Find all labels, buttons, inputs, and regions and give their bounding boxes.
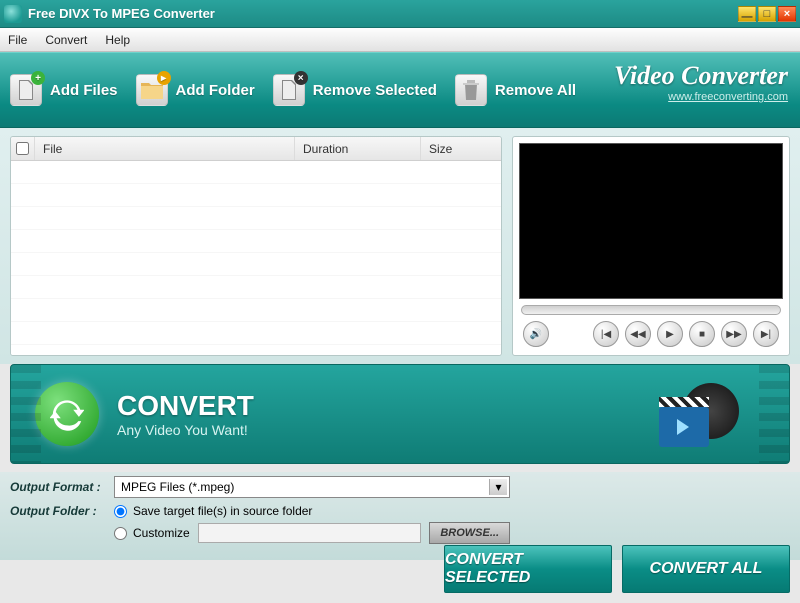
add-files-label: Add Files xyxy=(50,82,118,99)
window-title: Free DIVX To MPEG Converter xyxy=(28,6,736,21)
output-format-value: MPEG Files (*.mpeg) xyxy=(121,480,234,494)
select-all-checkbox[interactable] xyxy=(16,142,29,155)
menu-help[interactable]: Help xyxy=(105,33,130,47)
app-icon xyxy=(4,5,22,23)
add-files-button[interactable]: + Add Files xyxy=(10,74,118,106)
brand-title: Video Converter xyxy=(614,61,788,91)
action-buttons: CONVERT SELECTED CONVERT ALL xyxy=(444,545,790,593)
menubar: File Convert Help xyxy=(0,28,800,52)
convert-all-button[interactable]: CONVERT ALL xyxy=(622,545,790,593)
play-button[interactable]: ▶ xyxy=(657,321,683,347)
customize-path-input[interactable] xyxy=(198,523,422,543)
dropdown-arrow-icon: ▾ xyxy=(489,479,507,495)
seek-bar[interactable] xyxy=(521,305,781,315)
radio-save-source-label: Save target file(s) in source folder xyxy=(133,504,312,518)
output-folder-label: Output Folder : xyxy=(10,504,114,518)
stop-button[interactable]: ■ xyxy=(689,321,715,347)
convert-selected-button[interactable]: CONVERT SELECTED xyxy=(444,545,612,593)
toolbar: + Add Files ▸ Add Folder × Remove Select… xyxy=(0,52,800,128)
banner-big: CONVERT xyxy=(117,390,254,422)
radio-save-source[interactable]: Save target file(s) in source folder xyxy=(114,504,510,518)
last-button[interactable]: ▶| xyxy=(753,321,779,347)
banner-small: Any Video You Want! xyxy=(117,422,254,438)
trash-icon xyxy=(455,74,487,106)
list-header: File Duration Size xyxy=(11,137,501,161)
folder-badge-icon: ▸ xyxy=(157,71,171,85)
radio-save-source-input[interactable] xyxy=(114,505,127,518)
main-area: File Duration Size 🔊 |◀ ◀◀ ▶ ■ ▶▶ ▶| xyxy=(0,128,800,364)
brand-area: Video Converter www.freeconverting.com xyxy=(614,61,788,103)
video-preview xyxy=(519,143,783,299)
list-rows xyxy=(11,161,501,355)
volume-button[interactable]: 🔊 xyxy=(523,321,549,347)
radio-customize-label: Customize xyxy=(133,526,190,540)
titlebar: Free DIVX To MPEG Converter — □ × xyxy=(0,0,800,28)
header-duration[interactable]: Duration xyxy=(295,137,421,160)
banner-text: CONVERT Any Video You Want! xyxy=(117,390,254,438)
file-remove-icon: × xyxy=(273,74,305,106)
browse-button[interactable]: BROWSE... xyxy=(429,522,510,544)
convert-icon xyxy=(35,382,99,446)
first-button[interactable]: |◀ xyxy=(593,321,619,347)
preview-box: 🔊 |◀ ◀◀ ▶ ■ ▶▶ ▶| xyxy=(512,136,790,356)
header-checkbox[interactable] xyxy=(11,137,35,160)
file-list: File Duration Size xyxy=(10,136,502,356)
folder-icon: ▸ xyxy=(136,74,168,106)
remove-selected-label: Remove Selected xyxy=(313,82,437,99)
remove-all-label: Remove All xyxy=(495,82,576,99)
maximize-button[interactable]: □ xyxy=(758,6,776,22)
header-file[interactable]: File xyxy=(35,137,295,160)
forward-button[interactable]: ▶▶ xyxy=(721,321,747,347)
add-folder-button[interactable]: ▸ Add Folder xyxy=(136,74,255,106)
add-folder-label: Add Folder xyxy=(176,82,255,99)
convert-banner[interactable]: CONVERT Any Video You Want! xyxy=(10,364,790,464)
plus-icon: + xyxy=(31,71,45,85)
x-icon: × xyxy=(294,71,308,85)
output-format-label: Output Format : xyxy=(10,480,114,494)
minimize-button[interactable]: — xyxy=(738,6,756,22)
header-size[interactable]: Size xyxy=(421,137,501,160)
preview-panel: 🔊 |◀ ◀◀ ▶ ■ ▶▶ ▶| xyxy=(512,136,790,356)
brand-url[interactable]: www.freeconverting.com xyxy=(614,91,788,103)
player-controls: 🔊 |◀ ◀◀ ▶ ■ ▶▶ ▶| xyxy=(519,319,783,349)
remove-selected-button[interactable]: × Remove Selected xyxy=(273,74,437,106)
radio-customize-input[interactable] xyxy=(114,527,127,540)
close-button[interactable]: × xyxy=(778,6,796,22)
menu-file[interactable]: File xyxy=(8,33,27,47)
radio-customize[interactable]: Customize xyxy=(114,526,190,540)
file-icon: + xyxy=(10,74,42,106)
menu-convert[interactable]: Convert xyxy=(45,33,87,47)
remove-all-button[interactable]: Remove All xyxy=(455,74,576,106)
film-icon xyxy=(659,383,739,447)
rewind-button[interactable]: ◀◀ xyxy=(625,321,651,347)
output-format-select[interactable]: MPEG Files (*.mpeg) ▾ xyxy=(114,476,510,498)
